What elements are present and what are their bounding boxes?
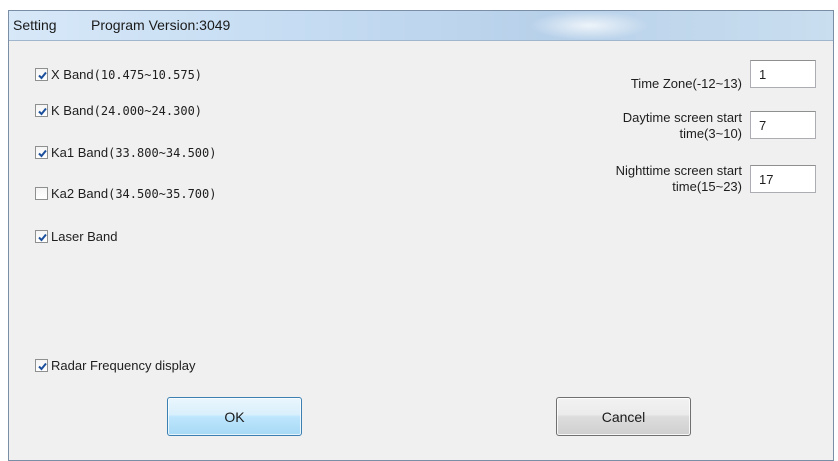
x-band-range: (10.475~10.575) (93, 67, 203, 82)
checkmark-icon (38, 149, 47, 157)
x-band-checkbox[interactable] (35, 67, 48, 81)
ok-button[interactable]: OK (167, 397, 302, 436)
program-version: Program Version:3049 (91, 17, 231, 33)
laser-band-option[interactable]: Laser Band (35, 228, 118, 244)
daytime-start-label: Daytime screen start time(3~10) (623, 110, 742, 142)
title-bar[interactable]: Setting Program Version:3049 (9, 11, 833, 41)
ka1-band-label: Ka1 Band(33.800~34.500) (51, 145, 216, 160)
nighttime-start-input[interactable]: 17 (750, 165, 816, 193)
k-band-name: K Band (51, 102, 94, 118)
time-zone-label-text: Time Zone(-12~13) (630, 76, 742, 91)
k-band-option[interactable]: K Band(24.000~24.300) (35, 102, 202, 118)
ka2-band-label: Ka2 Band(34.500~35.700) (51, 186, 216, 201)
k-band-label: K Band(24.000~24.300) (51, 103, 202, 118)
radar-frequency-checkbox[interactable] (35, 358, 48, 372)
nighttime-start-label: Nighttime screen start time(15~23) (616, 163, 742, 195)
ka2-band-checkbox[interactable] (35, 186, 48, 200)
k-band-checkbox[interactable] (35, 103, 48, 117)
window-title: Setting (13, 17, 57, 33)
laser-band-checkbox[interactable] (35, 229, 48, 243)
title-bar-glare (529, 11, 649, 40)
ka1-band-option[interactable]: Ka1 Band(33.800~34.500) (35, 144, 216, 160)
daytime-start-input[interactable]: 7 (750, 111, 816, 139)
daytime-start-label-line2: time(3~10) (679, 126, 743, 141)
time-zone-input[interactable]: 1 (750, 60, 816, 88)
ka2-band-option[interactable]: Ka2 Band(34.500~35.700) (35, 185, 216, 201)
x-band-name: X Band (51, 66, 94, 82)
ka1-band-name: Ka1 Band (51, 144, 109, 160)
daytime-start-label-line1: Daytime screen start (622, 110, 742, 125)
k-band-range: (24.000~24.300) (93, 103, 203, 118)
radar-frequency-label: Radar Frequency display (51, 357, 196, 373)
ka2-band-range: (34.500~35.700) (108, 186, 217, 201)
settings-dialog: Setting Program Version:3049 X Band(10.4… (8, 10, 834, 461)
ka1-band-range: (33.800~34.500) (108, 145, 217, 160)
ka2-band-name: Ka2 Band (51, 185, 109, 201)
ka1-band-checkbox[interactable] (35, 145, 48, 159)
time-zone-label: Time Zone(-12~13) (631, 76, 742, 92)
cancel-button[interactable]: Cancel (556, 397, 691, 436)
x-band-option[interactable]: X Band(10.475~10.575) (35, 66, 202, 82)
laser-band-label: Laser Band (51, 228, 118, 244)
checkmark-icon (38, 71, 47, 79)
checkmark-icon (38, 233, 47, 241)
x-band-label: X Band(10.475~10.575) (51, 67, 202, 82)
checkmark-icon (38, 107, 47, 115)
nighttime-start-label-line1: Nighttime screen start (615, 163, 742, 178)
checkmark-icon (38, 362, 47, 370)
nighttime-start-label-line2: time(15~23) (672, 179, 742, 194)
radar-frequency-option[interactable]: Radar Frequency display (35, 357, 196, 373)
